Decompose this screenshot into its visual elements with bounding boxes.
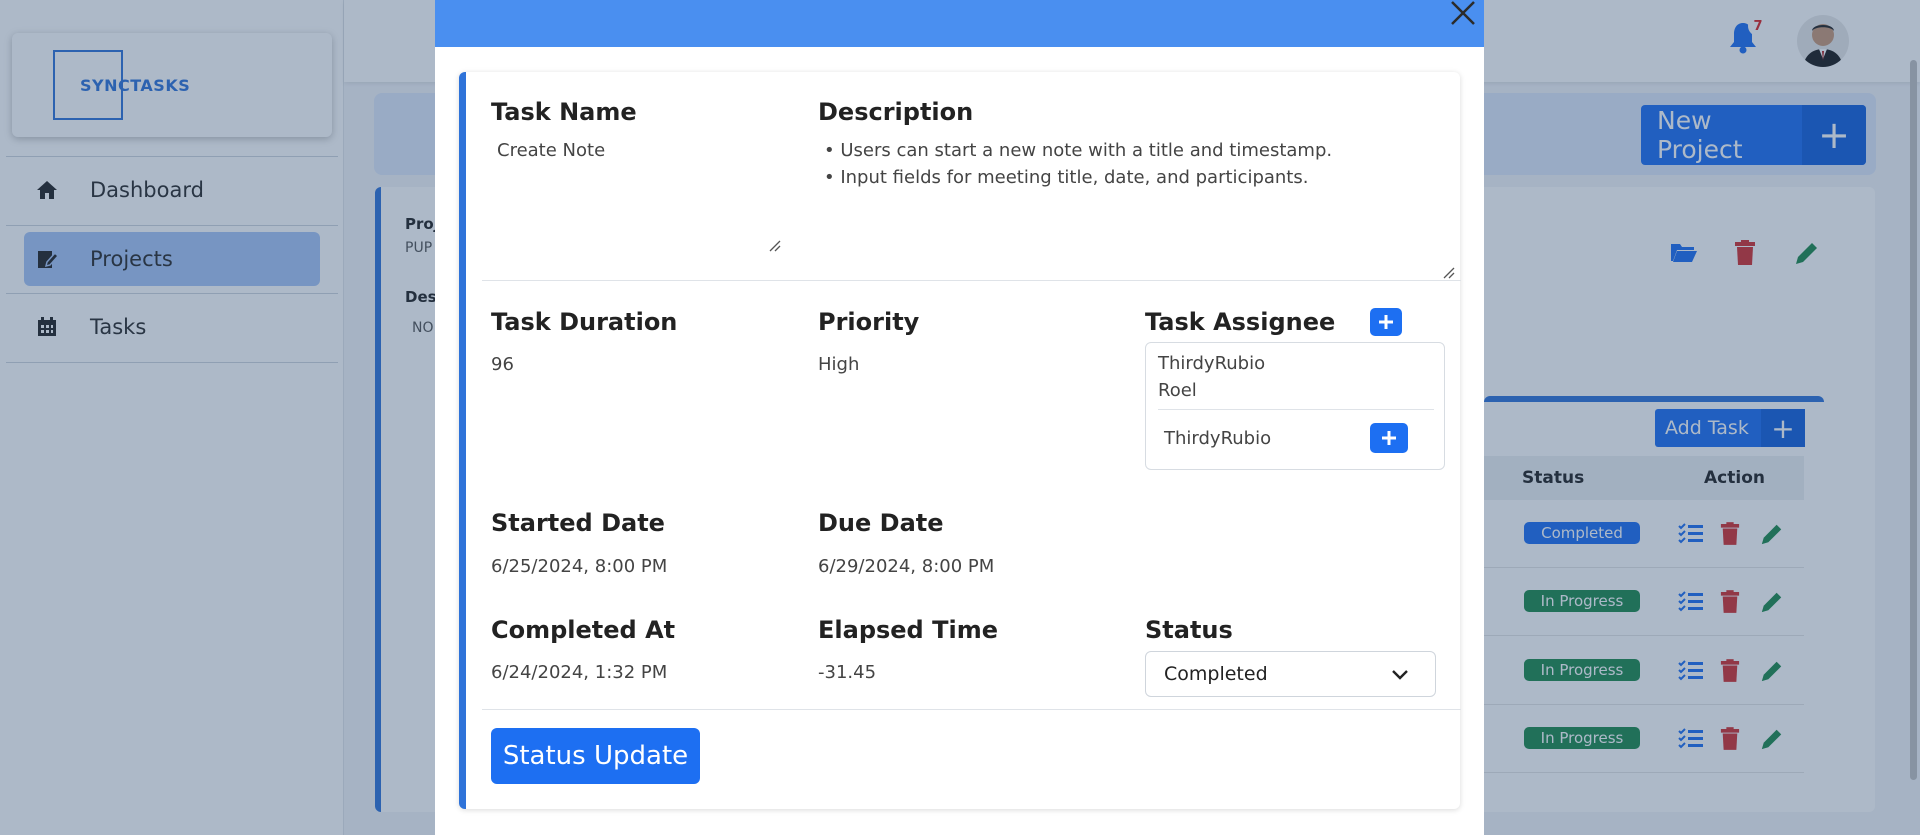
- assignee-item: ThirdyRubio: [1158, 353, 1266, 374]
- due-date-value: 6/29/2024, 8:00 PM: [818, 556, 995, 577]
- task-detail-modal: Task Name Create Note Description • User…: [435, 0, 1484, 835]
- resize-handle-icon[interactable]: [769, 237, 781, 252]
- status-dropdown-value: Completed: [1164, 663, 1268, 685]
- status-label: Status: [1145, 616, 1233, 644]
- task-duration-label: Task Duration: [491, 308, 678, 336]
- status-update-button[interactable]: Status Update: [491, 728, 700, 784]
- priority-value: High: [818, 354, 860, 375]
- description-line[interactable]: • Users can start a new note with a titl…: [824, 140, 1332, 161]
- modal-header: [435, 0, 1484, 47]
- task-name-label: Task Name: [491, 98, 637, 126]
- assignee-item: Roel: [1158, 380, 1197, 401]
- assignee-list: ThirdyRubio Roel ThirdyRubio: [1145, 342, 1445, 470]
- chevron-down-icon: [1391, 665, 1409, 688]
- status-dropdown[interactable]: Completed: [1145, 651, 1436, 697]
- section-divider: [482, 709, 1461, 710]
- task-detail-card: Task Name Create Note Description • User…: [459, 72, 1461, 809]
- completed-at-label: Completed At: [491, 616, 676, 644]
- due-date-label: Due Date: [818, 509, 944, 537]
- priority-label: Priority: [818, 308, 920, 336]
- elapsed-time-label: Elapsed Time: [818, 616, 998, 644]
- task-name-field[interactable]: Create Note: [497, 140, 605, 161]
- add-selected-assignee-button[interactable]: [1370, 423, 1408, 453]
- task-duration-value: 96: [491, 354, 514, 375]
- add-assignee-button[interactable]: [1370, 308, 1402, 336]
- elapsed-time-value: -31.45: [818, 662, 877, 683]
- section-divider: [482, 280, 1461, 281]
- assignee-select[interactable]: ThirdyRubio: [1164, 428, 1271, 449]
- task-assignee-label: Task Assignee: [1145, 308, 1336, 336]
- completed-at-value: 6/24/2024, 1:32 PM: [491, 662, 668, 683]
- started-date-value: 6/25/2024, 8:00 PM: [491, 556, 668, 577]
- assignee-divider: [1158, 409, 1434, 410]
- started-date-label: Started Date: [491, 509, 665, 537]
- description-line[interactable]: • Input fields for meeting title, date, …: [824, 167, 1308, 188]
- resize-handle-icon[interactable]: [1443, 264, 1455, 279]
- description-label: Description: [818, 98, 974, 126]
- close-icon[interactable]: [1448, 0, 1478, 30]
